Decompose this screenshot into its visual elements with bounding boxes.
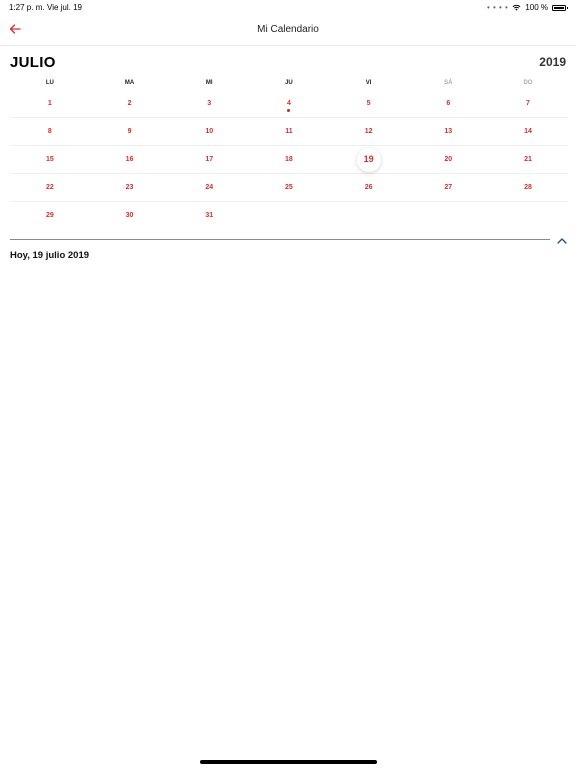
event-dot-icon — [287, 109, 291, 112]
week-row: 8 9 10 11 12 13 14 — [10, 118, 568, 146]
weekday-header-row: LU MA MI JU VI SÁ DO — [10, 80, 568, 90]
week-row: 15 16 17 18 19 20 21 — [10, 146, 568, 174]
day-cell[interactable]: 2 — [90, 90, 170, 117]
status-bar: 1:27 p. m. Vie jul. 19 • • • • 100 % — [0, 0, 576, 14]
day-cell-empty — [249, 202, 329, 230]
day-number: 22 — [45, 184, 54, 191]
day-cell[interactable]: 31 — [169, 202, 249, 230]
battery-icon — [552, 4, 568, 11]
week-row: 29 30 31 — [10, 202, 568, 230]
day-cell[interactable]: 26 — [329, 174, 409, 201]
home-indicator[interactable] — [200, 760, 377, 764]
weekday-label: SÁ — [444, 80, 453, 86]
day-cell[interactable]: 24 — [169, 174, 249, 201]
week-row: 22 23 24 25 26 27 28 — [10, 174, 568, 202]
day-cell-empty — [408, 202, 488, 230]
page-title: Mi Calendario — [257, 24, 319, 35]
day-number: 28 — [524, 184, 532, 191]
day-cell[interactable]: 21 — [488, 146, 568, 173]
weekday-label: MA — [124, 80, 135, 86]
day-number: 1 — [47, 100, 52, 107]
day-cell[interactable]: 22 — [10, 174, 90, 201]
day-cell[interactable]: 13 — [408, 118, 488, 145]
day-cell[interactable]: 17 — [169, 146, 249, 173]
day-number: 17 — [205, 156, 214, 163]
status-right: • • • • 100 % — [486, 3, 568, 12]
status-time: 1:27 p. m. — [9, 3, 45, 12]
day-cell[interactable]: 11 — [249, 118, 329, 145]
day-number: 27 — [444, 184, 453, 191]
battery-percent: 100 % — [525, 3, 548, 12]
day-number: 23 — [125, 184, 134, 191]
day-cell[interactable]: 27 — [408, 174, 488, 201]
day-cell[interactable]: 14 — [488, 118, 568, 145]
nav-bar: Mi Calendario — [0, 14, 576, 46]
day-cell-empty — [329, 202, 409, 230]
wifi-icon — [512, 4, 521, 11]
day-number: 8 — [47, 128, 52, 135]
day-number: 21 — [524, 156, 532, 163]
day-number: 16 — [125, 156, 134, 163]
day-number: 2 — [127, 100, 132, 107]
day-number: 25 — [285, 184, 293, 191]
status-date: Vie jul. 19 — [47, 3, 82, 12]
day-cell[interactable]: 5 — [329, 90, 409, 117]
day-cell[interactable]: 10 — [169, 118, 249, 145]
day-cell[interactable]: 8 — [10, 118, 90, 145]
day-cell[interactable]: 9 — [90, 118, 170, 145]
day-cell[interactable]: 7 — [488, 90, 568, 117]
day-cell[interactable]: 20 — [408, 146, 488, 173]
collapse-calendar-button[interactable] — [556, 233, 568, 244]
day-number: 13 — [444, 128, 453, 135]
weekday-label: VI — [365, 80, 372, 86]
day-cell[interactable]: 23 — [90, 174, 170, 201]
day-cell[interactable]: 28 — [488, 174, 568, 201]
day-number: 9 — [127, 128, 132, 135]
day-number: 26 — [364, 184, 373, 191]
day-number: 3 — [207, 100, 212, 107]
day-cell[interactable]: 25 — [249, 174, 329, 201]
day-number: 6 — [446, 100, 451, 107]
day-number: 11 — [285, 128, 293, 135]
day-cell[interactable]: 4 — [249, 90, 329, 117]
calendar-divider — [10, 239, 550, 240]
weekday-label: LU — [45, 80, 54, 86]
weekday-label: MI — [205, 80, 213, 86]
weekday-label: DO — [523, 80, 533, 86]
day-cell[interactable]: 30 — [90, 202, 170, 230]
day-cell-today[interactable]: 19 — [329, 146, 409, 173]
day-number: 10 — [205, 128, 214, 135]
day-number: 12 — [364, 128, 373, 135]
day-number: 14 — [524, 128, 532, 135]
month-title: JULIO — [10, 54, 56, 71]
selected-date-label: Hoy, 19 julio 2019 — [10, 250, 90, 261]
chevron-up-icon — [557, 238, 567, 244]
day-cell[interactable]: 12 — [329, 118, 409, 145]
day-cell[interactable]: 1 — [10, 90, 90, 117]
day-number: 4 — [286, 100, 291, 107]
day-cell[interactable]: 29 — [10, 202, 90, 230]
year-title: 2019 — [539, 55, 566, 69]
day-number: 31 — [205, 212, 214, 219]
day-number: 18 — [285, 156, 293, 163]
day-cell-empty — [488, 202, 568, 230]
day-number: 29 — [45, 212, 54, 219]
signal-dots-icon: • • • • — [486, 3, 509, 12]
day-cell[interactable]: 3 — [169, 90, 249, 117]
day-cell[interactable]: 16 — [90, 146, 170, 173]
day-number: 20 — [444, 156, 453, 163]
day-number: 19 — [363, 154, 374, 164]
calendar-grid: 1 2 3 4 5 6 7 8 9 10 11 12 13 14 15 16 1… — [10, 90, 568, 230]
day-cell[interactable]: 18 — [249, 146, 329, 173]
day-number: 30 — [125, 212, 134, 219]
day-number: 5 — [366, 100, 371, 107]
day-cell[interactable]: 15 — [10, 146, 90, 173]
day-number: 7 — [526, 100, 530, 107]
week-row: 1 2 3 4 5 6 7 — [10, 90, 568, 118]
day-number: 15 — [45, 156, 54, 163]
day-number: 24 — [205, 184, 214, 191]
weekday-label: JU — [285, 80, 293, 86]
day-cell[interactable]: 6 — [408, 90, 488, 117]
